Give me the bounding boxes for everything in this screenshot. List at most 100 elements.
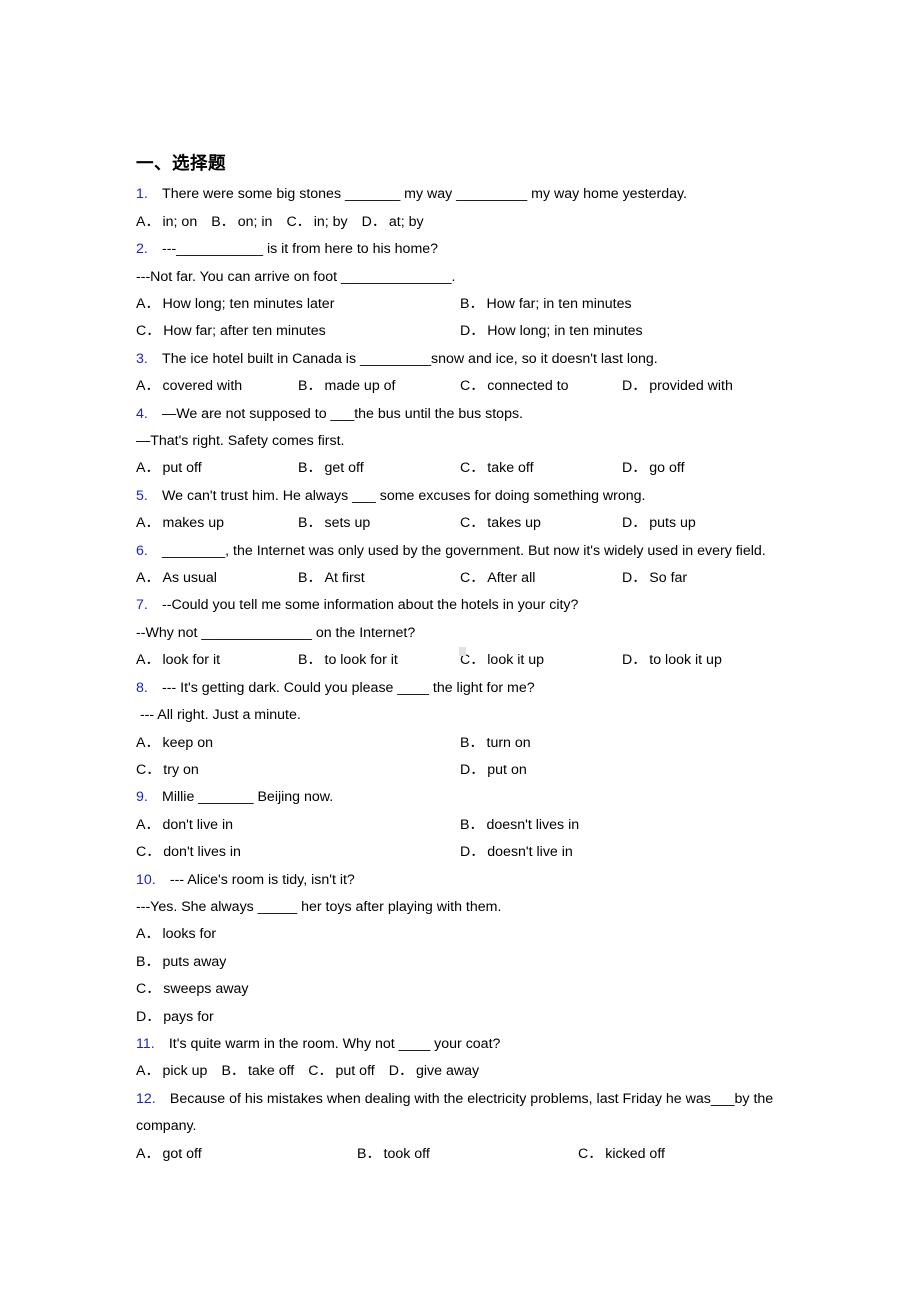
option-label: B．: [357, 1145, 381, 1162]
option-label: B．: [460, 816, 484, 833]
section-heading: 一、选择题: [136, 154, 226, 174]
question-text: --- Alice's room is tidy, isn't it?: [169, 871, 355, 888]
option-label: B．: [298, 460, 322, 477]
answer-option[interactable]: B． sets up: [298, 510, 460, 537]
answer-option[interactable]: D． How long; in ten minutes: [460, 318, 643, 345]
answer-option[interactable]: D． So far: [622, 565, 687, 592]
answer-option[interactable]: B． doesn't lives in: [460, 812, 579, 839]
question-block: 2. ---___________ is it from here to his…: [136, 236, 816, 346]
answer-option[interactable]: A． As usual: [136, 565, 298, 592]
option-row: A． look for it B． to look for it C． look i…: [136, 647, 816, 674]
answer-option[interactable]: D． doesn't live in: [460, 839, 573, 866]
option-text: took off: [383, 1145, 430, 1162]
option-text: to look for it: [324, 652, 398, 669]
question-stem-continuation: ---Not far. You can arrive on foot _____…: [136, 264, 816, 291]
answer-option[interactable]: A． keep on: [136, 730, 460, 757]
option-text: try on: [163, 761, 199, 778]
option-label: A．: [136, 570, 160, 587]
option-label: C．: [136, 323, 161, 340]
option-text: go off: [649, 460, 685, 477]
answer-option[interactable]: D． put on: [460, 757, 527, 784]
answer-option[interactable]: A． pick up: [136, 1058, 207, 1085]
option-label: C．: [460, 378, 485, 395]
question-block: 4. —We are not supposed to ___the bus un…: [136, 401, 816, 483]
option-label: B．: [298, 378, 322, 395]
answer-option[interactable]: A． put off: [136, 455, 298, 482]
answer-option[interactable]: B． took off: [357, 1141, 578, 1168]
question-block: 6. ________, the Internet was only used …: [136, 538, 816, 593]
answer-option[interactable]: B． get off: [298, 455, 460, 482]
option-row: A． got off B． took off C． kicked off: [136, 1141, 816, 1168]
answer-option[interactable]: C． in; by: [286, 209, 347, 236]
question-block: 5. We can't trust him. He always ___ som…: [136, 483, 816, 538]
answer-option[interactable]: A． in; on: [136, 209, 197, 236]
option-label: C．: [136, 844, 161, 861]
answer-option[interactable]: A． don't live in: [136, 812, 460, 839]
option-text: got off: [162, 1145, 202, 1162]
option-label: A．: [136, 1063, 160, 1080]
option-text: covered with: [162, 378, 243, 395]
option-text: makes up: [162, 515, 225, 532]
option-text: look for it: [162, 652, 221, 669]
answer-option[interactable]: B． puts away: [136, 954, 226, 970]
answer-option[interactable]: B． At first: [298, 565, 460, 592]
option-text: provided with: [649, 378, 733, 395]
answer-option[interactable]: C． put off: [308, 1058, 374, 1085]
option-label: A．: [136, 213, 160, 230]
option-row: A． keep on B． turn on: [136, 730, 816, 757]
answer-option[interactable]: B． made up of: [298, 373, 460, 400]
answer-option[interactable]: C． kicked off: [578, 1141, 665, 1168]
question-number: 10.: [136, 871, 156, 888]
option-label: C．: [578, 1145, 603, 1162]
answer-option[interactable]: B． How far; in ten minutes: [460, 291, 632, 318]
answer-option[interactable]: C． connected to: [460, 373, 622, 400]
option-text: in; on: [162, 213, 198, 230]
option-text: So far: [649, 570, 688, 587]
question-block: 9. Millie _______ Beijing now. A． don't l…: [136, 784, 816, 866]
option-row: A． don't live in B． doesn't lives in: [136, 812, 816, 839]
option-row: A． in; on B． on; in C． in; by D． at; by: [136, 209, 816, 236]
answer-option[interactable]: B． turn on: [460, 730, 531, 757]
question-number: 6.: [136, 542, 148, 559]
answer-option[interactable]: C． try on: [136, 757, 460, 784]
answer-option[interactable]: C． take off: [460, 455, 622, 482]
option-label: C．: [136, 981, 161, 998]
question-block: 11. It's quite warm in the room. Why not…: [136, 1031, 816, 1086]
option-label: D．: [622, 515, 647, 532]
question-stem-continuation: --- All right. Just a minute.: [136, 702, 816, 729]
answer-option[interactable]: A． look for it: [136, 647, 298, 674]
answer-option[interactable]: A． makes up: [136, 510, 298, 537]
answer-option[interactable]: A． How long; ten minutes later: [136, 291, 460, 318]
question-text: There were some big stones _______ my wa…: [162, 186, 687, 203]
answer-option[interactable]: A． covered with: [136, 373, 298, 400]
option-label: A．: [136, 296, 160, 312]
question-number: 4.: [136, 405, 148, 422]
option-text: As usual: [162, 570, 217, 587]
answer-option[interactable]: D． go off: [622, 455, 685, 482]
option-text: pick up: [162, 1063, 208, 1080]
answer-option[interactable]: C． After all: [460, 565, 622, 592]
answer-option[interactable]: D． to look it up: [622, 647, 722, 674]
question-block: 12. Because of his mistakes when dealing…: [136, 1086, 816, 1168]
answer-option[interactable]: A． looks for: [136, 926, 216, 942]
answer-option[interactable]: B． on; in: [211, 209, 272, 236]
answer-option[interactable]: C． sweeps away: [136, 981, 248, 997]
question-block: 7. --Could you tell me some information …: [136, 592, 816, 674]
answer-option[interactable]: C． How far; after ten minutes: [136, 318, 460, 345]
answer-option[interactable]: B． take off: [221, 1058, 294, 1085]
answer-option[interactable]: A． got off: [136, 1141, 357, 1168]
answer-option[interactable]: D． provided with: [622, 373, 733, 400]
question-number: 8.: [136, 679, 148, 696]
answer-option[interactable]: B． to look for it: [298, 647, 460, 674]
answer-option[interactable]: D． give away: [389, 1058, 479, 1085]
answer-option[interactable]: C． don't lives in: [136, 839, 460, 866]
option-row: A． makes up B． sets up C． takes up D． puts …: [136, 510, 816, 537]
answer-option[interactable]: C． look it up: [460, 647, 622, 674]
answer-option[interactable]: D． puts up: [622, 510, 696, 537]
answer-option[interactable]: C． takes up: [460, 510, 622, 537]
option-label: D．: [361, 213, 387, 230]
answer-option[interactable]: D． at; by: [362, 209, 424, 236]
option-text: sweeps away: [163, 981, 249, 998]
option-label: D．: [460, 761, 485, 778]
answer-option[interactable]: D． pays for: [136, 1009, 214, 1025]
